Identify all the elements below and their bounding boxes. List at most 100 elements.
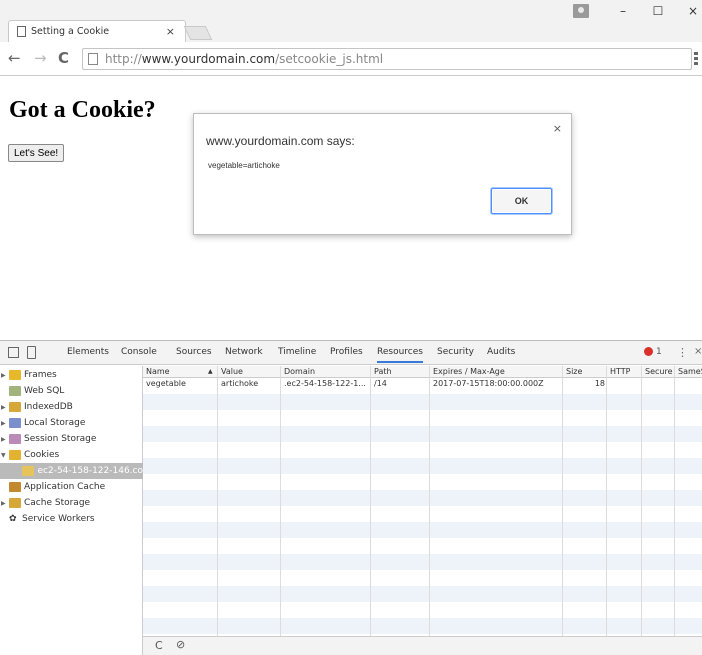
sidebar-item-label: Frames xyxy=(24,370,57,380)
new-tab-button[interactable] xyxy=(183,26,213,40)
inspect-icon[interactable] xyxy=(8,347,19,358)
column-divider[interactable] xyxy=(641,366,642,636)
page-icon xyxy=(88,53,98,65)
menu-icon[interactable] xyxy=(694,52,698,66)
sidebar-item-label: Application Cache xyxy=(24,482,106,492)
page-icon xyxy=(17,26,26,37)
tab-close-icon[interactable]: × xyxy=(166,25,175,38)
column-header[interactable]: Path xyxy=(371,366,392,378)
column-divider[interactable] xyxy=(217,366,218,636)
page-content: Got a Cookie? Let's See! × www.yourdomai… xyxy=(0,77,702,339)
column-header[interactable]: Expires / Max-Age xyxy=(430,366,505,378)
lets-see-button[interactable]: Let's See! xyxy=(8,144,65,162)
sidebar-item-label: Cache Storage xyxy=(24,498,91,508)
browser-tab[interactable]: Setting a Cookie × xyxy=(8,20,186,42)
table-cell xyxy=(607,378,610,390)
table-stripe xyxy=(143,394,702,410)
devtools-tab-network[interactable]: Network xyxy=(225,347,263,357)
error-icon[interactable] xyxy=(644,347,653,356)
column-header[interactable]: Value xyxy=(218,366,243,378)
column-header[interactable]: Name xyxy=(143,366,170,378)
sort-ascending-icon[interactable]: ▲ xyxy=(205,366,213,378)
caret-down-icon[interactable]: ▼ xyxy=(1,452,9,459)
devtools-tab-sources[interactable]: Sources xyxy=(176,347,212,357)
ok-button[interactable]: OK xyxy=(491,188,552,214)
table-stripe xyxy=(143,490,702,506)
column-header[interactable]: Domain xyxy=(281,366,315,378)
sidebar-item-application-cache[interactable]: Application Cache xyxy=(0,479,143,495)
devtools-tab-elements[interactable]: Elements xyxy=(67,347,109,357)
table-stripe xyxy=(143,618,702,634)
reload-icon[interactable]: C xyxy=(58,49,69,67)
clear-icon[interactable]: ⊘ xyxy=(176,638,185,651)
table-stripe xyxy=(143,586,702,602)
devtools-tab-security[interactable]: Security xyxy=(437,347,474,357)
back-icon[interactable]: ← xyxy=(8,49,21,67)
table-icon xyxy=(9,434,21,444)
table-header: Name Value Domain Path Expires / Max-Age Size… xyxy=(143,366,702,378)
dialog-title: www.yourdomain.com says: xyxy=(206,134,355,148)
sidebar-item-label: ec2-54-158-122-146.co xyxy=(37,466,143,476)
forward-icon[interactable]: → xyxy=(34,49,47,67)
devtools-close-icon[interactable]: × xyxy=(694,346,702,357)
devtools-tab-resources[interactable]: Resources xyxy=(377,347,423,363)
caret-right-icon[interactable]: ▶ xyxy=(1,436,9,443)
sidebar-item-cache-storage[interactable]: ▶ Cache Storage xyxy=(0,495,143,511)
sidebar-item-label: Local Storage xyxy=(24,418,86,428)
sidebar-item-frames[interactable]: ▶ Frames xyxy=(0,367,143,383)
column-header[interactable]: SameS... xyxy=(675,366,702,378)
sidebar-item-ec2-54-158-122-146-co[interactable]: ec2-54-158-122-146.co xyxy=(0,463,143,479)
table-stripe xyxy=(143,458,702,474)
devtools-tab-timeline[interactable]: Timeline xyxy=(278,347,316,357)
devtools-tabbar: Elements Console Sources Network Timeline Pro… xyxy=(0,341,702,365)
sidebar-item-local-storage[interactable]: ▶ Local Storage xyxy=(0,415,143,431)
devtools-tab-console[interactable]: Console xyxy=(121,347,157,357)
devtools-tab-profiles[interactable]: Profiles xyxy=(330,347,363,357)
cookie-icon xyxy=(9,450,21,460)
devtools-tab-audits[interactable]: Audits xyxy=(487,347,515,357)
refresh-icon[interactable]: C xyxy=(155,639,163,652)
toolbar: ← → C http:// www.yourdomain.com /setcoo… xyxy=(0,42,702,76)
caret-right-icon[interactable]: ▶ xyxy=(1,404,9,411)
column-header[interactable]: Secure xyxy=(642,366,673,378)
column-divider[interactable] xyxy=(606,366,607,636)
caret-right-icon[interactable]: ▶ xyxy=(1,372,9,379)
column-divider[interactable] xyxy=(429,366,430,636)
sidebar-item-session-storage[interactable]: ▶ Session Storage xyxy=(0,431,143,447)
table-cell xyxy=(642,378,645,390)
address-bar[interactable]: http:// www.yourdomain.com /setcookie_js… xyxy=(82,48,692,70)
sidebar-item-service-workers[interactable]: ✿ Service Workers xyxy=(0,511,143,527)
tab-title: Setting a Cookie xyxy=(31,26,110,37)
sidebar-item-indexeddb[interactable]: ▶ IndexedDB xyxy=(0,399,143,415)
caret-right-icon[interactable]: ▶ xyxy=(1,420,9,427)
device-mode-icon[interactable] xyxy=(27,346,36,359)
sidebar-item-label: Web SQL xyxy=(24,386,65,396)
column-divider[interactable] xyxy=(562,366,563,636)
table-row[interactable]: vegetable artichoke .ec2-54-158-122-1.../1… xyxy=(143,378,702,390)
minimize-button[interactable]: – xyxy=(613,4,633,18)
user-profile-icon[interactable] xyxy=(573,4,589,18)
database-icon xyxy=(9,386,21,396)
column-header[interactable]: Size xyxy=(563,366,582,378)
devtools-panel: Elements Console Sources Network Timeline Pro… xyxy=(0,340,702,655)
caret-right-icon[interactable]: ▶ xyxy=(1,500,9,507)
sidebar-item-web-sql[interactable]: Web SQL xyxy=(0,383,143,399)
table-footer: C ⊘ xyxy=(143,636,702,655)
column-divider[interactable] xyxy=(674,366,675,636)
column-divider[interactable] xyxy=(370,366,371,636)
error-count[interactable]: 1 xyxy=(656,347,662,357)
dialog-close-icon[interactable]: × xyxy=(553,122,562,135)
maximize-button[interactable]: ☐ xyxy=(648,4,668,18)
table-cell: 18 xyxy=(594,379,605,388)
alert-dialog: × www.yourdomain.com says: vegetable=art… xyxy=(193,113,572,235)
table-stripe xyxy=(143,554,702,570)
cookie-icon xyxy=(22,466,35,476)
column-divider[interactable] xyxy=(280,366,281,636)
browser-window: Setting a Cookie × – ☐ × ← → C http:// w… xyxy=(0,0,702,655)
more-options-icon[interactable]: ⋮ xyxy=(677,346,688,359)
sidebar-item-cookies[interactable]: ▼ Cookies xyxy=(0,447,143,463)
url-protocol: http:// xyxy=(105,52,142,66)
column-header[interactable]: HTTP xyxy=(607,366,630,378)
close-window-button[interactable]: × xyxy=(683,4,702,18)
sidebar-item-label: IndexedDB xyxy=(24,402,73,412)
